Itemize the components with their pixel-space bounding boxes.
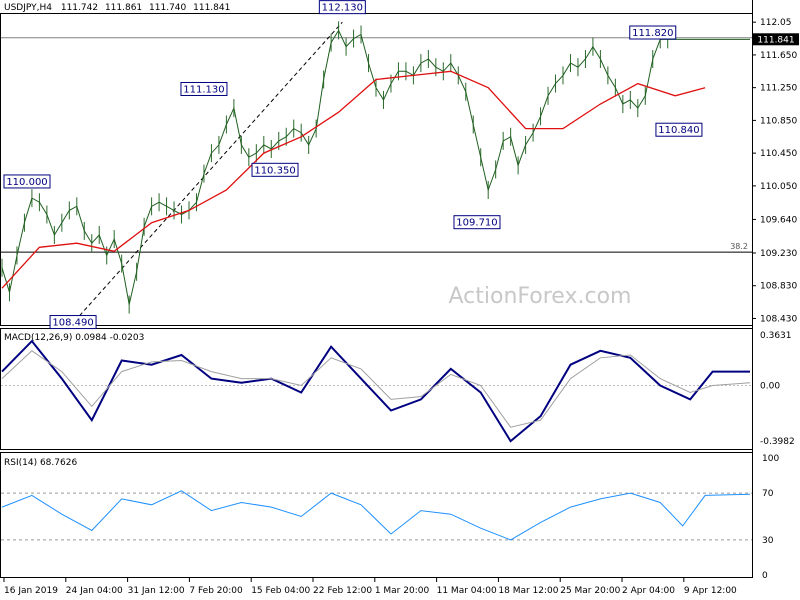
macd-panel-frame bbox=[0, 328, 753, 450]
price-label: 110.000 bbox=[6, 177, 47, 188]
y-tick-label: 110.450 bbox=[760, 149, 797, 159]
rsi-tick-label: 30 bbox=[762, 536, 774, 546]
chart-canvas: USDJPY,H4 111.742 111.861 111.740 111.84… bbox=[0, 0, 799, 596]
macd-signal-line bbox=[1, 350, 751, 428]
moving-average-line bbox=[1, 70, 706, 289]
rsi-line bbox=[1, 490, 751, 541]
price-label: 111.130 bbox=[183, 84, 224, 95]
current-price-label: 111.841 bbox=[757, 35, 794, 45]
macd-tick-label: -0.3982 bbox=[760, 437, 795, 447]
price-label: 111.820 bbox=[632, 28, 673, 39]
price-label: 110.350 bbox=[254, 165, 295, 176]
y-tick-label: 111.250 bbox=[760, 84, 797, 94]
rsi-tick-label: 0 bbox=[762, 571, 768, 581]
macd-tick-label: 0.3631 bbox=[760, 331, 792, 341]
price-label: 110.840 bbox=[658, 125, 699, 136]
price-label: 112.130 bbox=[322, 3, 363, 14]
x-tick-label: 9 Apr 12:00 bbox=[684, 586, 737, 596]
macd-layer bbox=[1, 339, 752, 443]
rsi-tick-label: 100 bbox=[762, 454, 779, 464]
x-tick-label: 16 Jan 2019 bbox=[4, 586, 58, 596]
x-tick-label: 31 Jan 12:00 bbox=[128, 586, 185, 596]
y-tick-label: 108.830 bbox=[760, 282, 797, 292]
price-line bbox=[1, 29, 750, 305]
y-tick-label: 110.050 bbox=[760, 182, 797, 192]
macd-tick-label: 0.00 bbox=[760, 382, 780, 392]
x-tick-label: 22 Feb 12:00 bbox=[313, 586, 372, 596]
x-tick-label: 18 Mar 12:00 bbox=[498, 586, 558, 596]
macd-title: MACD(12,26,9) 0.0984 -0.0203 bbox=[4, 333, 144, 343]
rsi-panel-frame bbox=[0, 452, 753, 578]
y-tick-label: 110.850 bbox=[760, 116, 797, 126]
x-tick-label: 7 Feb 20:00 bbox=[189, 586, 243, 596]
price-label: 108.490 bbox=[52, 318, 93, 329]
trendline bbox=[74, 21, 343, 322]
y-tick-label: 109.230 bbox=[760, 249, 797, 259]
y-tick-label: 108.430 bbox=[760, 314, 797, 324]
rsi-layer bbox=[1, 490, 752, 541]
y-tick-label: 112.05 bbox=[760, 18, 792, 28]
x-tick-label: 25 Mar 20:00 bbox=[560, 586, 620, 596]
price-label: 109.710 bbox=[456, 218, 497, 229]
x-tick-label: 24 Jan 04:00 bbox=[66, 586, 123, 596]
price-layer: 38.2 112.130 111.820 111.130 110.840 110.350 1… bbox=[1, 0, 752, 330]
watermark: ActionForex.com bbox=[449, 284, 632, 309]
x-tick-label: 2 Apr 04:00 bbox=[622, 586, 675, 596]
macd-line bbox=[1, 339, 750, 443]
x-tick-label: 1 Mar 20:00 bbox=[375, 586, 430, 596]
rsi-tick-label: 70 bbox=[762, 489, 774, 499]
x-tick-label: 11 Mar 04:00 bbox=[437, 586, 497, 596]
y-tick-label: 111.650 bbox=[760, 51, 797, 61]
y-tick-label: 109.640 bbox=[760, 215, 797, 225]
fib-label: 38.2 bbox=[730, 242, 748, 251]
header-text: USDJPY,H4 111.742 111.861 111.740 111.84… bbox=[4, 3, 230, 13]
axis-layer: 112.05 111.650 111.250 110.850 110.450 110.05… bbox=[3, 18, 799, 596]
rsi-title: RSI(14) 68.7626 bbox=[4, 458, 77, 468]
x-tick-label: 15 Feb 04:00 bbox=[251, 586, 310, 596]
